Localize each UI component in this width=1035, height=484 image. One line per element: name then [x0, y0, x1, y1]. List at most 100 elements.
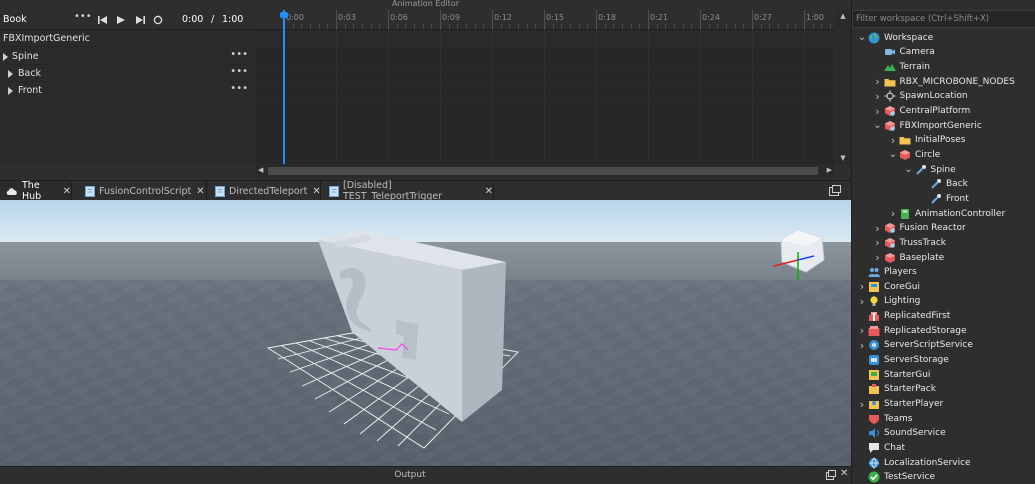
- vertical-scrollbar[interactable]: ▲ ▼: [835, 10, 851, 164]
- explorer-item[interactable]: › InitialPoses: [888, 133, 966, 148]
- explorer-item[interactable]: Camera: [873, 45, 935, 60]
- track-more-icon[interactable]: •••: [230, 66, 248, 77]
- explorer-item[interactable]: Players: [857, 265, 917, 280]
- explorer-item[interactable]: SoundService: [857, 426, 946, 441]
- current-time[interactable]: 0:00: [182, 13, 203, 27]
- explorer-item-label: StarterPack: [884, 384, 936, 395]
- viewport-scene[interactable]: [0, 200, 851, 466]
- timeline[interactable]: 0:00 0:03 0:06 0:09 0:12 0:15 0:18 0:21 0:24 0:27…: [256, 10, 834, 164]
- close-icon[interactable]: ✕: [485, 186, 493, 197]
- close-icon[interactable]: ✕: [63, 186, 71, 197]
- explorer-item[interactable]: › CentralPlatform: [873, 104, 970, 119]
- explorer-item[interactable]: ⌄ Spine: [904, 162, 955, 177]
- explorer-item[interactable]: Chat: [857, 441, 905, 456]
- skip-to-start-icon[interactable]: [95, 13, 109, 27]
- explorer-item[interactable]: Teams: [857, 411, 912, 426]
- explorer-filter-input[interactable]: [852, 10, 1035, 28]
- explorer-item[interactable]: ⌄ Workspace: [857, 31, 933, 46]
- expand-arrow-icon[interactable]: ›: [873, 236, 883, 249]
- skip-to-end-icon[interactable]: [133, 13, 147, 27]
- rig-name[interactable]: Book: [3, 14, 27, 25]
- explorer-item[interactable]: › StarterPlayer: [857, 397, 943, 412]
- expand-arrow-icon[interactable]: ›: [857, 324, 867, 337]
- tab-fusion-control-script[interactable]: FusionControlScript ✕: [79, 181, 207, 201]
- timeline-lane[interactable]: [256, 48, 834, 65]
- explorer-item[interactable]: TestService: [857, 470, 935, 484]
- total-time[interactable]: 1:00: [222, 13, 243, 27]
- scroll-down-icon[interactable]: ▼: [835, 152, 851, 164]
- collapse-arrow-icon[interactable]: ⌄: [857, 32, 867, 42]
- explorer-item[interactable]: StarterPack: [857, 382, 936, 397]
- undock-icon[interactable]: [826, 470, 836, 483]
- playhead-handle[interactable]: [280, 12, 288, 18]
- close-icon[interactable]: ✕: [312, 186, 320, 197]
- scroll-thumb[interactable]: [268, 167, 818, 175]
- expand-arrow-icon[interactable]: ›: [873, 105, 883, 118]
- explorer-item[interactable]: › SpawnLocation: [873, 89, 967, 104]
- horizontal-scrollbar[interactable]: ◀ ▶: [256, 164, 834, 178]
- track-row[interactable]: Spine •••: [0, 48, 255, 65]
- explorer-item[interactable]: ⌄ FBXImportGeneric: [873, 118, 982, 133]
- loop-icon[interactable]: [151, 13, 165, 27]
- expand-arrow-icon[interactable]: [3, 53, 8, 61]
- expand-arrow-icon[interactable]: ›: [857, 398, 867, 411]
- close-icon[interactable]: ✕: [196, 186, 204, 197]
- explorer-item[interactable]: LocalizationService: [857, 455, 971, 470]
- scroll-right-icon[interactable]: ▶: [827, 166, 832, 174]
- explorer-item[interactable]: ServerStorage: [857, 353, 949, 368]
- close-icon[interactable]: ✕: [840, 468, 848, 479]
- explorer-item[interactable]: › Lighting: [857, 294, 921, 309]
- expand-arrow-icon[interactable]: ›: [888, 134, 898, 147]
- 3d-viewport[interactable]: [0, 200, 851, 466]
- collapse-arrow-icon[interactable]: ⌄: [888, 149, 898, 159]
- expand-arrow-icon[interactable]: ›: [873, 75, 883, 88]
- output-panel-header[interactable]: Output ✕: [0, 466, 851, 484]
- track-row[interactable]: Back •••: [0, 65, 255, 82]
- expand-arrow-icon[interactable]: ›: [873, 251, 883, 264]
- explorer-item[interactable]: Terrain: [873, 60, 930, 75]
- expand-arrow-icon[interactable]: ›: [857, 295, 867, 308]
- scroll-left-icon[interactable]: ◀: [258, 166, 263, 174]
- explorer-item-label: Back: [946, 179, 968, 190]
- explorer-item[interactable]: › AnimationController: [888, 206, 1005, 221]
- playhead[interactable]: [283, 10, 285, 164]
- explorer-item[interactable]: › CoreGui: [857, 280, 920, 295]
- collapse-arrow-icon[interactable]: ⌄: [904, 164, 914, 174]
- explorer-item[interactable]: ⌄ Circle: [888, 148, 940, 163]
- explorer-item[interactable]: ReplicatedFirst: [857, 309, 950, 324]
- play-icon[interactable]: [114, 13, 128, 27]
- explorer-item[interactable]: › ServerScriptService: [857, 338, 973, 353]
- rig-more-icon[interactable]: •••: [74, 11, 92, 22]
- explorer-item[interactable]: › Fusion Reactor: [873, 221, 965, 236]
- tab-the-hub[interactable]: The Hub ✕: [0, 180, 72, 202]
- collapse-arrow-icon[interactable]: ⌄: [873, 120, 883, 130]
- timeline-minor-tick: [518, 24, 519, 29]
- explorer-item[interactable]: › Baseplate: [873, 250, 944, 265]
- explorer-item[interactable]: Front: [919, 192, 969, 207]
- timeline-minor-tick: [414, 24, 415, 29]
- track-more-icon[interactable]: •••: [230, 49, 248, 60]
- expand-arrow-icon[interactable]: ›: [888, 207, 898, 220]
- expand-arrow-icon[interactable]: ›: [857, 339, 867, 352]
- timeline-lane[interactable]: [256, 30, 834, 47]
- expand-arrow-icon[interactable]: ›: [857, 280, 867, 293]
- tab-directed-teleport[interactable]: DirectedTeleport ✕: [209, 181, 321, 201]
- undock-icon[interactable]: [829, 185, 841, 199]
- explorer-item[interactable]: StarterGui: [857, 367, 930, 382]
- timeline-lane[interactable]: [256, 82, 834, 99]
- track-row[interactable]: Front •••: [0, 82, 255, 99]
- expand-arrow-icon[interactable]: [8, 87, 13, 95]
- track-more-icon[interactable]: •••: [230, 83, 248, 94]
- expand-arrow-icon[interactable]: ›: [873, 222, 883, 235]
- timeline-ruler[interactable]: 0:00 0:03 0:06 0:09 0:12 0:15 0:18 0:21 0:24 0:27…: [256, 10, 834, 30]
- explorer-item[interactable]: › ReplicatedStorage: [857, 324, 967, 339]
- scroll-up-icon[interactable]: ▲: [835, 10, 851, 22]
- root-track-row[interactable]: FBXImportGeneric: [0, 30, 255, 47]
- explorer-item[interactable]: › TrussTrack: [873, 236, 946, 251]
- timeline-lane[interactable]: [256, 65, 834, 82]
- explorer-item[interactable]: Back: [919, 177, 968, 192]
- expand-arrow-icon[interactable]: ›: [873, 90, 883, 103]
- explorer-item[interactable]: › RBX_MICROBONE_NODES: [873, 74, 1015, 89]
- tab-test-teleport-trigger[interactable]: [Disabled] TEST_TeleportTrigger ✕: [323, 180, 494, 202]
- expand-arrow-icon[interactable]: [8, 70, 13, 78]
